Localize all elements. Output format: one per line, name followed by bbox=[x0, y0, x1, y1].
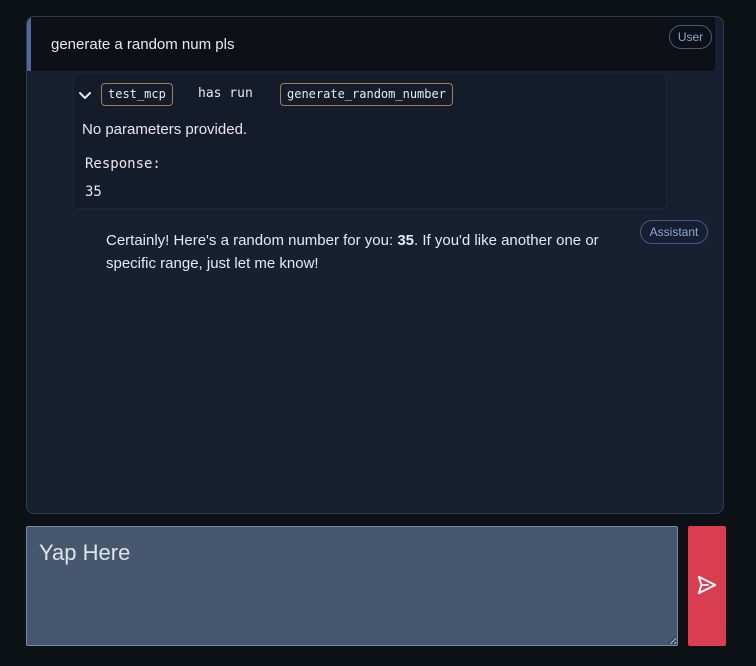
tool-params-text: No parameters provided. bbox=[82, 121, 248, 138]
send-icon bbox=[697, 575, 717, 595]
message-input[interactable] bbox=[26, 526, 678, 646]
user-message-text: generate a random num pls bbox=[51, 36, 235, 53]
response-label: Response: bbox=[85, 156, 161, 172]
send-button[interactable] bbox=[688, 526, 726, 646]
mcp-server-tag: test_mcp bbox=[101, 83, 173, 106]
response-value: 35 bbox=[85, 184, 102, 200]
assistant-role-badge: Assistant bbox=[640, 220, 708, 244]
assistant-text-before: Certainly! Here's a random number for yo… bbox=[106, 232, 398, 249]
tool-call-card: test_mcp has run generate_random_number … bbox=[73, 73, 667, 209]
user-message: generate a random num pls User bbox=[27, 17, 715, 71]
tool-name-tag: generate_random_number bbox=[280, 83, 453, 106]
assistant-message: Certainly! Here's a random number for yo… bbox=[106, 229, 646, 275]
tool-action-text: has run bbox=[198, 86, 253, 101]
chevron-down-icon[interactable] bbox=[78, 88, 92, 102]
assistant-bold-value: 35 bbox=[397, 232, 415, 249]
user-role-badge: User bbox=[669, 25, 712, 49]
chat-panel: generate a random num pls User test_mcp … bbox=[26, 16, 724, 514]
